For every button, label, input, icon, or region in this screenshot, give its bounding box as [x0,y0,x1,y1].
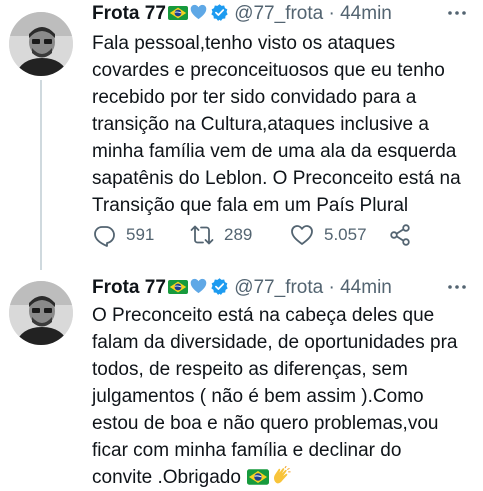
verified-badge-icon [211,4,228,21]
tweet-line: transição na Cultura,ataques inclusive a [92,114,429,135]
clapping-hands-icon [273,466,291,484]
avatar[interactable] [9,281,73,345]
like-count: 5.057 [324,225,367,244]
brazil-flag-icon [167,280,188,294]
tweet-line: estou de boa e não quero problemas,vou [92,413,439,434]
tweet-line: recebido por ter sido convidado para a [92,87,417,108]
profile-photo-icon [9,281,73,345]
more-icon[interactable] [447,278,467,298]
share-icon [390,224,410,246]
author-handle[interactable]: @77_frota [234,3,323,24]
brazil-flag-icon [246,469,269,485]
retweet-count: 289 [224,225,253,244]
blue-heart-icon [190,4,207,20]
retweet-button[interactable]: 289 [190,221,252,249]
timestamp[interactable]: 44min [340,3,392,24]
tweet-2[interactable]: Frota 77 @77_frota · 44min O Preconceito… [0,270,483,488]
profile-photo-icon [9,12,73,76]
tweet-header: Frota 77 @77_frota · 44min [92,274,392,302]
tweet-line: falam da diversidade, de oportunidades p… [92,332,458,353]
retweet-icon [190,225,214,245]
tweet-line-last: convite .Obrigado [92,464,477,491]
author-handle[interactable]: @77_frota [234,277,323,298]
author-name[interactable]: Frota 77 [92,3,166,24]
avatar[interactable] [9,12,73,76]
thread-line [40,80,42,270]
reply-count: 591 [126,225,155,244]
tweet-text: Fala pessoal,tenho visto os ataques cova… [92,30,477,219]
tweet-line: ficar com minha família e declinar do [92,440,402,461]
tweet-line: covardes e preconceituosos que eu tenho [92,60,445,81]
tweet-text: O Preconceito está na cabeça deles que f… [92,302,477,491]
share-button[interactable] [388,221,422,249]
more-icon[interactable] [447,4,467,24]
timestamp[interactable]: 44min [340,277,392,298]
reply-button[interactable]: 591 [92,221,154,249]
tweet-1[interactable]: Frota 77 @77_frota · 44min Fala pessoal,… [0,0,483,270]
tweet-line: julgamentos ( não é bem assim ).Como [92,386,424,407]
author-name[interactable]: Frota 77 [92,277,166,298]
tweet-actions: 591 289 5.057 [92,221,422,249]
brazil-flag-icon [167,6,188,20]
blue-heart-icon [190,278,207,294]
tweet-line: Fala pessoal,tenho visto os ataques [92,33,396,54]
separator-dot: · [328,277,335,298]
tweet-line: convite .Obrigado [92,467,241,488]
like-button[interactable]: 5.057 [290,221,367,249]
tweet-line: O Preconceito está na cabeça deles que [92,305,435,326]
tweet-line: minha família vem de uma ala da esquerda [92,141,457,162]
tweet-line: sapatênis do Leblon. O Preconceito está … [92,168,461,189]
tweet-line: todos, de respeito as diferenças, sem [92,359,408,380]
tweet-header: Frota 77 @77_frota · 44min [92,0,392,28]
reply-icon [94,226,115,247]
like-icon [291,225,313,245]
separator-dot: · [328,3,335,24]
verified-badge-icon [211,278,228,295]
tweet-line: Transição que fala em um País Plural [92,195,409,216]
